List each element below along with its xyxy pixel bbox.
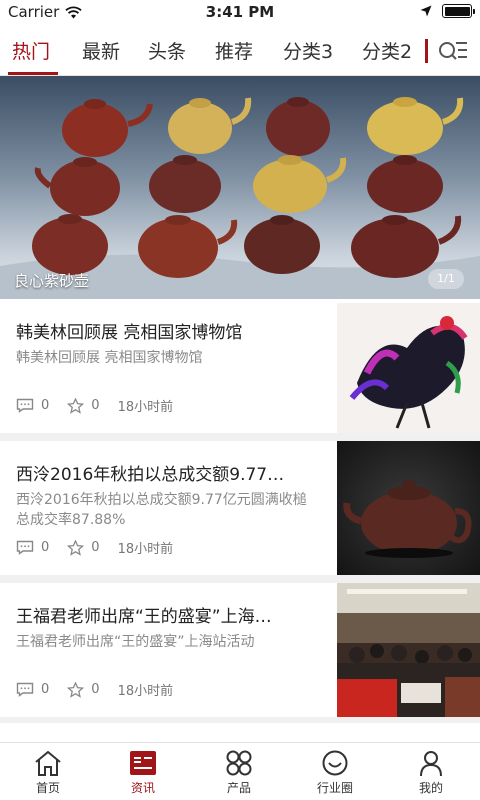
active-tab-indicator [8, 72, 58, 75]
tab-category-2[interactable]: 分类2 [362, 37, 412, 64]
category-tab-bar: 热门 最新 头条 推荐 分类3 分类2 [0, 26, 480, 76]
news-item[interactable]: 韩美林回顾展 亮相国家博物馆 韩美林回顾展 亮相国家博物馆 0 0 18小时前 [0, 299, 480, 433]
person-icon [420, 751, 442, 777]
grid-icon [226, 750, 252, 776]
banner-teapots-image [0, 97, 480, 299]
news-time: 18小时前 [117, 684, 174, 699]
location-arrow-icon [420, 5, 432, 17]
news-summary: 西泠2016年秋拍以总成交额9.77亿元圆满收槌 总成交率87.88% [16, 492, 307, 528]
news-meta: 0 0 18小时前 [16, 538, 173, 557]
news-summary: 韩美林回顾展 亮相国家博物馆 [16, 350, 203, 366]
like-count: 0 [91, 398, 100, 413]
comment-icon[interactable] [16, 682, 34, 697]
news-title: 韩美林回顾展 亮相国家博物馆 [16, 323, 243, 343]
tab-divider [425, 39, 428, 63]
news-icon [130, 751, 156, 775]
news-item[interactable]: 西泠2016年秋拍以总成交额9.77… 西泠2016年秋拍以总成交额9.77亿元… [0, 441, 480, 575]
status-bar-right [420, 4, 475, 18]
news-item[interactable]: 王福君老师出席“王的盛宴”上海… 王福君老师出席“王的盛宴”上海站活动 0 0 … [0, 583, 480, 717]
nav-profile[interactable]: 我的 [399, 749, 463, 796]
teapot-photo-image [337, 441, 480, 575]
comment-count: 0 [41, 682, 50, 697]
tab-latest[interactable]: 最新 [82, 37, 120, 64]
news-title: 西泠2016年秋拍以总成交额9.77… [16, 465, 285, 485]
nav-news-label: 资讯 [130, 781, 155, 795]
comment-count: 0 [41, 540, 50, 555]
list-separator [0, 717, 480, 723]
nav-news[interactable]: 资讯 [111, 749, 175, 796]
like-count: 0 [91, 682, 100, 697]
banner-caption: 良心紫砂壶 [14, 272, 90, 290]
star-icon[interactable] [67, 397, 85, 414]
clock: 3:41 PM [205, 3, 275, 21]
comment-icon[interactable] [16, 398, 34, 413]
list-separator [0, 575, 480, 583]
nav-industry-circle-label: 行业圈 [316, 781, 353, 795]
news-summary: 王福君老师出席“王的盛宴”上海站活动 [16, 634, 255, 650]
nav-industry-circle[interactable]: 行业圈 [303, 749, 367, 796]
event-photo-image [337, 583, 480, 717]
tab-headlines[interactable]: 头条 [148, 37, 186, 64]
tab-recommended[interactable]: 推荐 [215, 37, 253, 64]
rooster-painting-image [337, 303, 480, 433]
banner-page-indicator: 1/1 [428, 269, 464, 289]
tab-category-3[interactable]: 分类3 [283, 37, 333, 64]
status-bar: Carrier 3:41 PM [0, 0, 480, 26]
news-time: 18小时前 [117, 542, 174, 557]
like-count: 0 [91, 540, 100, 555]
news-meta: 0 0 18小时前 [16, 680, 173, 699]
news-thumbnail [337, 583, 480, 717]
news-thumbnail [337, 303, 480, 433]
news-time: 18小时前 [117, 400, 174, 415]
banner-carousel[interactable]: 良心紫砂壶 1/1 [0, 76, 480, 299]
nav-profile-label: 我的 [418, 781, 443, 795]
comment-count: 0 [41, 398, 50, 413]
star-icon[interactable] [67, 681, 85, 698]
bottom-navigation: 首页 资讯 产品 行业圈 我的 [0, 742, 480, 800]
battery-icon [442, 4, 475, 18]
nav-products[interactable]: 产品 [207, 749, 271, 796]
search-menu-icon[interactable] [437, 38, 469, 64]
news-title: 王福君老师出席“王的盛宴”上海… [16, 607, 272, 627]
tab-hot[interactable]: 热门 [12, 37, 50, 64]
nav-products-label: 产品 [226, 781, 251, 795]
news-thumbnail [337, 441, 480, 575]
home-icon [35, 750, 61, 776]
smile-circle-icon [322, 750, 348, 776]
comment-icon[interactable] [16, 540, 34, 555]
nav-home[interactable]: 首页 [16, 749, 80, 796]
nav-home-label: 首页 [35, 781, 60, 795]
star-icon[interactable] [67, 539, 85, 556]
news-meta: 0 0 18小时前 [16, 396, 173, 415]
list-separator [0, 433, 480, 441]
